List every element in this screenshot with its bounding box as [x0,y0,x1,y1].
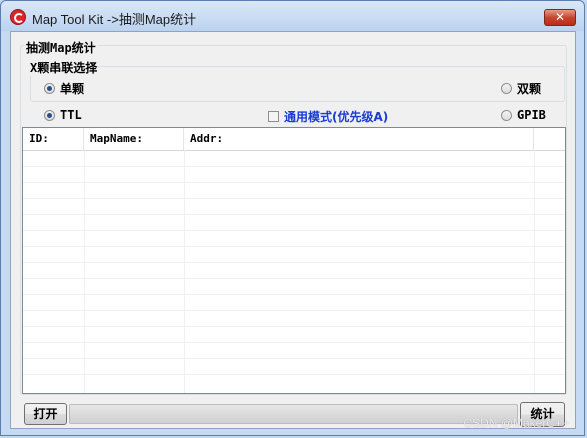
row-divider [23,342,565,343]
radio-gpib-label: GPIB [517,108,546,122]
stats-group-label: 抽测Map统计 [24,39,98,56]
radio-gpib-indicator [501,109,512,121]
row-divider [23,326,565,327]
watermark-text: CSDN @MakerC++ [463,416,569,430]
radio-single-indicator [44,83,55,94]
serial-select-group-box [30,66,565,102]
app-logo-icon [10,9,26,25]
open-button[interactable]: 打开 [24,403,67,425]
client-area: 抽测Map统计 X颗串联选择 单颗 双颗 TTL 通用模式(优先级A) GPIB… [10,31,576,429]
row-divider [23,294,565,295]
window-title: Map Tool Kit ->抽测Map统计 [32,12,197,27]
column-header-extra[interactable] [534,128,565,150]
row-divider [23,246,565,247]
row-divider [23,262,565,263]
row-divider [23,166,565,167]
radio-ttl-label: TTL [60,108,82,122]
map-list-view[interactable]: ID: MapName: Addr: [22,127,566,394]
row-divider [23,198,565,199]
radio-single-label: 单颗 [60,82,85,96]
serial-select-group-label: X颗串联选择 [29,59,99,76]
app-window: Map Tool Kit ->抽测Map统计 ✕ 抽测Map统计 X颗串联选择 … [0,0,585,436]
general-mode-checkbox[interactable]: 通用模式(优先级A) [268,108,388,125]
radio-double[interactable]: 双颗 [501,80,541,97]
general-mode-label: 通用模式(优先级A) [284,110,389,124]
radio-single[interactable]: 单颗 [44,80,84,97]
row-divider [23,358,565,359]
row-divider [23,214,565,215]
column-header-id[interactable]: ID: [23,128,84,150]
row-divider [23,278,565,279]
radio-gpib[interactable]: GPIB [501,108,546,122]
radio-double-label: 双颗 [517,82,542,96]
row-divider [23,182,565,183]
list-header: ID: MapName: Addr: [23,128,565,151]
radio-ttl[interactable]: TTL [44,108,82,122]
radio-ttl-indicator [44,109,55,121]
radio-double-indicator [501,83,512,94]
title-bar[interactable]: Map Tool Kit ->抽测Map统计 ✕ [1,1,584,31]
progress-bar [69,404,518,424]
close-button[interactable]: ✕ [544,9,576,26]
column-header-mapname[interactable]: MapName: [84,128,184,150]
column-header-addr[interactable]: Addr: [184,128,534,150]
row-divider [23,310,565,311]
general-mode-checkbox-box [268,111,279,122]
row-divider [23,230,565,231]
row-divider [23,374,565,375]
